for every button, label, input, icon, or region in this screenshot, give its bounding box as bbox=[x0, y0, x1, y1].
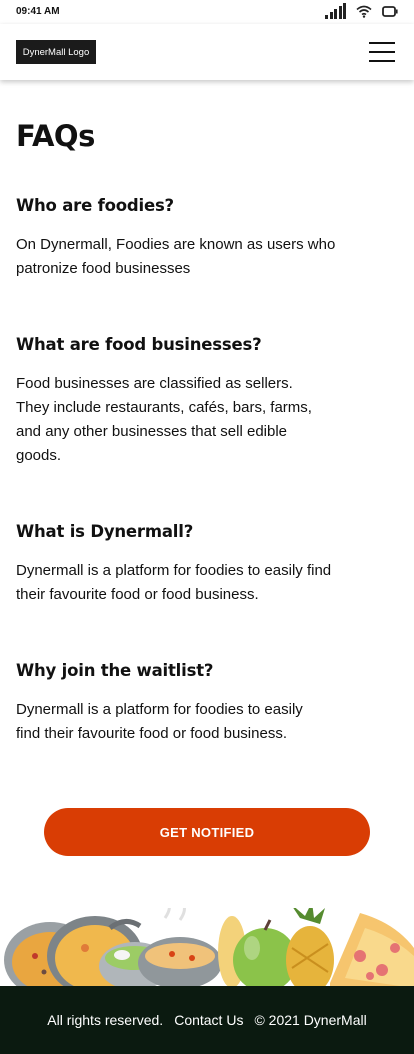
faq-item: What is Dynermall? Dynermall is a platfo… bbox=[16, 520, 376, 607]
status-icons bbox=[325, 3, 398, 19]
faq-question: Why join the waitlist? bbox=[16, 661, 214, 680]
faq-content: FAQs Who are foodies? On Dynermall, Food… bbox=[16, 116, 376, 742]
status-bar: 09:41 AM bbox=[0, 0, 414, 24]
get-notified-button[interactable]: GET NOTIFIED bbox=[44, 808, 370, 856]
page-title: FAQs bbox=[16, 119, 95, 153]
cellular-signal-icon bbox=[325, 3, 346, 19]
faq-question: What are food businesses? bbox=[16, 335, 262, 354]
hamburger-menu-icon[interactable] bbox=[369, 42, 395, 62]
faq-answer: Food businesses are classified as seller… bbox=[16, 375, 312, 464]
app-header: DynerMall Logo bbox=[0, 24, 414, 80]
faq-answer: On Dynermall, Foodies are known as users… bbox=[16, 236, 336, 277]
copyright-text: © 2021 DynerMall bbox=[254, 1012, 367, 1028]
faq-item: Why join the waitlist? Dynermall is a pl… bbox=[16, 659, 376, 746]
faq-question: Who are foodies? bbox=[16, 196, 174, 215]
contact-us-link[interactable]: Contact Us bbox=[174, 1012, 243, 1028]
battery-icon bbox=[382, 6, 398, 17]
faq-answer: Dynermall is a platform for foodies to e… bbox=[16, 701, 303, 742]
faq-answer: Dynermall is a platform for foodies to e… bbox=[16, 562, 332, 603]
faq-question: What is Dynermall? bbox=[16, 522, 194, 541]
wifi-icon bbox=[356, 5, 372, 18]
faq-item: Who are foodies? On Dynermall, Foodies a… bbox=[16, 194, 376, 281]
rights-text: All rights reserved. bbox=[47, 1012, 164, 1028]
brand-logo[interactable]: DynerMall Logo bbox=[16, 40, 96, 64]
status-time: 09:41 AM bbox=[16, 6, 60, 17]
site-footer: All rights reserved. Contact Us © 2021 D… bbox=[0, 986, 414, 1054]
faq-item: What are food businesses? Food businesse… bbox=[16, 333, 376, 468]
food-illustration bbox=[4, 908, 414, 988]
